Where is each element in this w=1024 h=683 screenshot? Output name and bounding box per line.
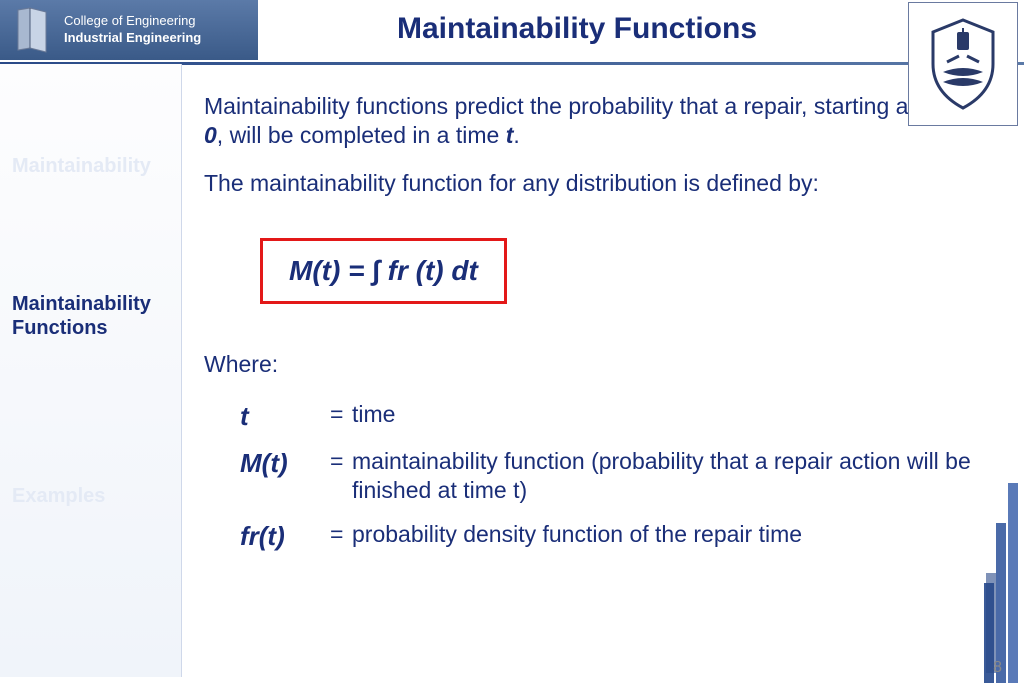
definition-frt: fr(t) = probability density function of … (240, 520, 1004, 553)
book-icon (8, 6, 56, 54)
sidebar-item-maintainability[interactable]: Maintainability (12, 154, 151, 178)
page-number: 8 (993, 659, 1002, 677)
sidebar-item-examples[interactable]: Examples (12, 484, 105, 508)
text: . (513, 122, 519, 148)
intro-paragraph-2: The maintainability function for any dis… (204, 169, 1004, 198)
page-title: Maintainability Functions (260, 12, 894, 46)
equals: = (330, 447, 352, 506)
intro-paragraph-1: Maintainability functions predict the pr… (204, 92, 1004, 151)
where-label: Where: (204, 350, 1004, 379)
definition-mt: M(t) = maintainability function (probabi… (240, 447, 1004, 506)
department-label: College of Engineering Industrial Engine… (64, 13, 201, 47)
desc-frt: probability density function of the repa… (352, 520, 1004, 553)
definition-t: t = time (240, 400, 1004, 433)
text: , will be completed in a time (217, 122, 506, 148)
dept-line1: College of Engineering (64, 13, 201, 30)
term-frt: fr(t) (240, 520, 330, 553)
formula-box: M(t) = ∫ fr (t) dt (260, 238, 507, 304)
desc-t: time (352, 400, 1004, 433)
sidebar-item-maintainability-functions[interactable]: Maintainability Functions (12, 292, 181, 340)
sidebar: Maintainability Maintainability Function… (0, 64, 182, 677)
desc-mt: maintainability function (probability th… (352, 447, 1004, 506)
term-t: t (240, 400, 330, 433)
dept-line2: Industrial Engineering (64, 30, 201, 47)
term-mt: M(t) (240, 447, 330, 506)
slide-content: Maintainability functions predict the pr… (204, 92, 1004, 683)
text: Maintainability functions predict the pr… (204, 93, 971, 119)
university-logo (908, 2, 1018, 126)
equals: = (330, 400, 352, 433)
header-banner: College of Engineering Industrial Engine… (0, 0, 258, 60)
equals: = (330, 520, 352, 553)
